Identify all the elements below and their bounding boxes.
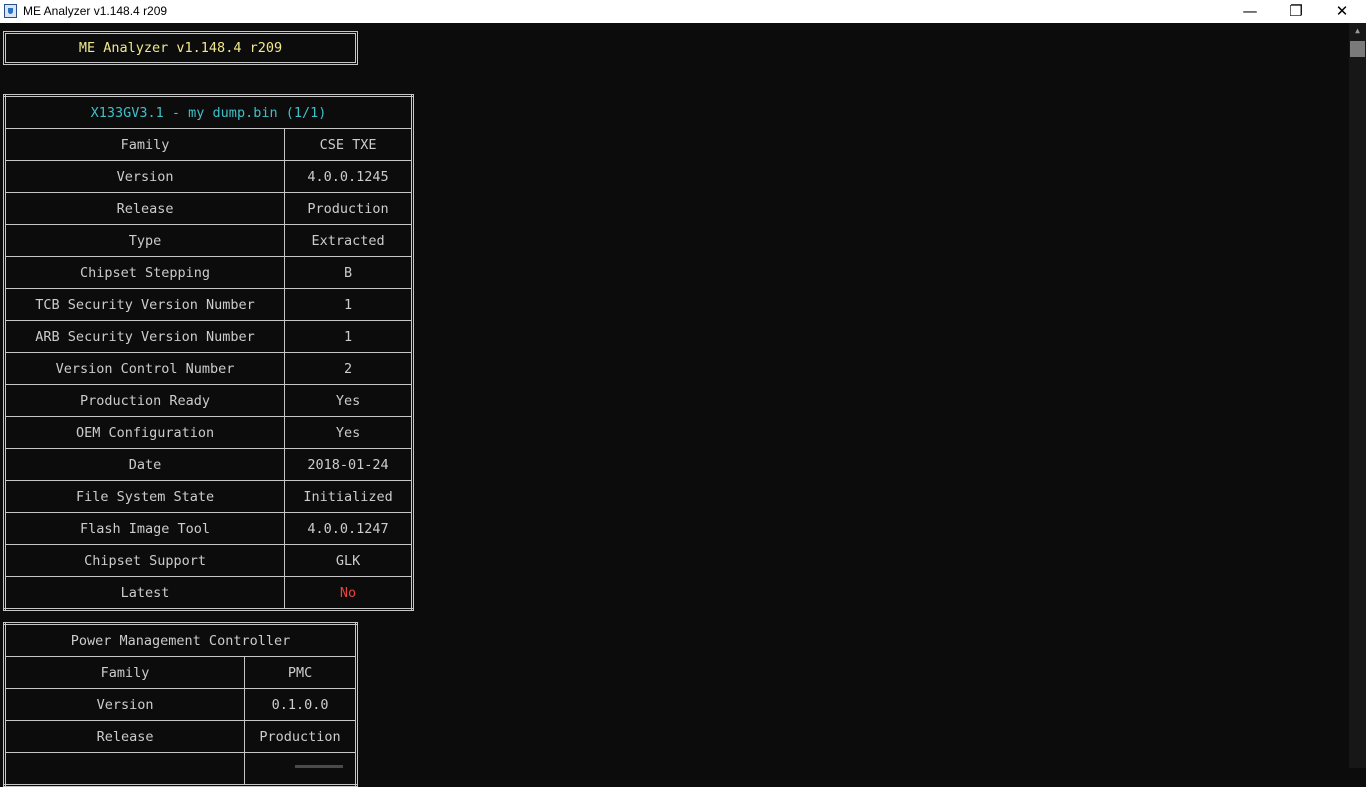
row-value: 2018-01-24 bbox=[284, 448, 413, 481]
scroll-up-icon[interactable]: ▲ bbox=[1349, 25, 1366, 37]
row-label: Latest bbox=[3, 576, 286, 610]
row-label: Type bbox=[3, 224, 286, 257]
row-value: Yes bbox=[284, 384, 413, 417]
row-value: CSE TXE bbox=[284, 128, 413, 161]
row-value: No bbox=[284, 576, 413, 610]
pmc-table: Power Management Controller Family PMC Ver… bbox=[3, 622, 358, 787]
shield-app-icon[interactable] bbox=[4, 4, 17, 18]
row-value: GLK bbox=[284, 544, 413, 577]
row-value: Production bbox=[244, 720, 357, 753]
row-value: Initialized bbox=[284, 480, 413, 513]
table-row: Release Production bbox=[3, 192, 413, 225]
row-label: Production Ready bbox=[3, 384, 286, 417]
window-title: ME Analyzer v1.148.4 r209 bbox=[23, 4, 168, 18]
table-row: Latest No bbox=[3, 576, 413, 610]
row-label: Flash Image Tool bbox=[3, 512, 286, 545]
table-row: Type Extracted bbox=[3, 224, 413, 257]
row-value: Yes bbox=[284, 416, 413, 449]
restore-icon: ❐ bbox=[1289, 2, 1303, 20]
row-label: Version bbox=[3, 160, 286, 193]
row-value: Extracted bbox=[284, 224, 413, 257]
table-header-row: Power Management Controller bbox=[4, 623, 357, 657]
table-row: Family PMC bbox=[3, 656, 357, 689]
close-icon: ✕ bbox=[1335, 2, 1349, 20]
row-value: Production bbox=[284, 192, 413, 225]
vertical-scrollbar[interactable]: ▲ bbox=[1349, 23, 1366, 768]
row-value: 0.1.0.0 bbox=[244, 688, 357, 721]
table-row bbox=[3, 752, 357, 786]
window-titlebar[interactable]: ME Analyzer v1.148.4 r209 — ❐ ✕ bbox=[0, 0, 1366, 23]
table-row: Release Production bbox=[3, 720, 357, 753]
row-label: Family bbox=[3, 656, 246, 689]
app-banner: ME Analyzer v1.148.4 r209 bbox=[3, 31, 358, 65]
row-label: Date bbox=[3, 448, 286, 481]
table-row: OEM Configuration Yes bbox=[3, 416, 413, 449]
table-header-row: X133GV3.1 - my dump.bin (1/1) bbox=[4, 95, 413, 129]
row-label: Chipset Stepping bbox=[3, 256, 286, 289]
row-value: 1 bbox=[284, 320, 413, 353]
table-row: File System State Initialized bbox=[3, 480, 413, 513]
row-label: File System State bbox=[3, 480, 286, 513]
row-value: 1 bbox=[284, 288, 413, 321]
table-row: ARB Security Version Number 1 bbox=[3, 320, 413, 353]
row-value: 4.0.0.1247 bbox=[284, 512, 413, 545]
row-value: B bbox=[284, 256, 413, 289]
row-value: 2 bbox=[284, 352, 413, 385]
scroll-thumb[interactable] bbox=[1350, 41, 1365, 57]
table-row: Flash Image Tool 4.0.0.1247 bbox=[3, 512, 413, 545]
row-label: Release bbox=[3, 720, 246, 753]
row-label: Version bbox=[3, 688, 246, 721]
close-button[interactable]: ✕ bbox=[1319, 0, 1365, 23]
minimize-button[interactable]: — bbox=[1227, 0, 1273, 23]
console-output: ME Analyzer v1.148.4 r209 X133GV3.1 - my… bbox=[0, 23, 1349, 787]
table-row: Version Control Number 2 bbox=[3, 352, 413, 385]
row-label: Version Control Number bbox=[3, 352, 286, 385]
table-row: Date 2018-01-24 bbox=[3, 448, 413, 481]
row-label: Chipset Support bbox=[3, 544, 286, 577]
table-row: Version 4.0.0.1245 bbox=[3, 160, 413, 193]
table-row: TCB Security Version Number 1 bbox=[3, 288, 413, 321]
row-value: PMC bbox=[244, 656, 357, 689]
row-label: Family bbox=[3, 128, 286, 161]
row-value bbox=[244, 752, 357, 786]
minimize-icon: — bbox=[1242, 2, 1258, 20]
me-firmware-table: X133GV3.1 - my dump.bin (1/1) Family CSE … bbox=[3, 94, 414, 611]
row-label: TCB Security Version Number bbox=[3, 288, 286, 321]
row-label bbox=[3, 752, 246, 786]
table-row: Chipset Stepping B bbox=[3, 256, 413, 289]
table-row: Version 0.1.0.0 bbox=[3, 688, 357, 721]
pmc-table-title: Power Management Controller bbox=[4, 623, 357, 657]
row-label: Release bbox=[3, 192, 286, 225]
me-table-title: X133GV3.1 - my dump.bin (1/1) bbox=[4, 95, 413, 129]
maximize-button[interactable]: ❐ bbox=[1273, 0, 1319, 23]
table-row: Chipset Support GLK bbox=[3, 544, 413, 577]
row-label: ARB Security Version Number bbox=[3, 320, 286, 353]
table-row: Family CSE TXE bbox=[3, 128, 413, 161]
table-row: Production Ready Yes bbox=[3, 384, 413, 417]
row-label: OEM Configuration bbox=[3, 416, 286, 449]
row-value: 4.0.0.1245 bbox=[284, 160, 413, 193]
